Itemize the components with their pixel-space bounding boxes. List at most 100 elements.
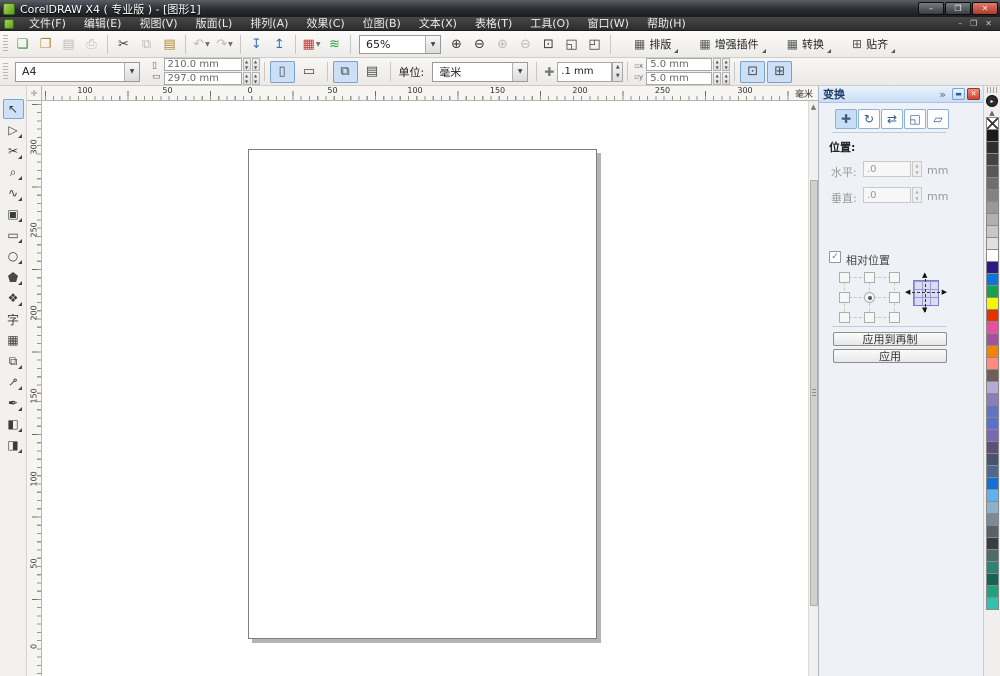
layout-button[interactable]: ▦排版 [625,33,680,55]
anchor-bottom-center[interactable] [864,312,875,323]
palette-flyout-button[interactable]: ▸ [986,95,998,107]
nudge-offset-field[interactable]: .1 mm [557,62,612,82]
import-button[interactable]: ↧ [246,34,267,55]
menu-item-help[interactable]: 帮助(H) [638,17,695,31]
menu-item-effects[interactable]: 效果(C) [297,17,353,31]
cut-button[interactable]: ✂ [113,34,134,55]
current-page-button[interactable]: ▤ [360,61,385,83]
table-tool[interactable]: ▦ [3,330,24,350]
zoom-page-button[interactable]: ⊡ [538,34,559,55]
menu-item-text[interactable]: 文本(X) [410,17,466,31]
anchor-middle-right[interactable] [889,292,900,303]
duplicate-y-spinner-2[interactable]: ▲▼ [722,72,730,85]
relative-position-checkbox[interactable]: ✓ [829,251,841,263]
snap-to-objects-button[interactable]: ⊡ [740,61,765,83]
zoom-selected-button[interactable]: ⊕ [492,34,513,55]
scroll-up-icon[interactable]: ▲ [809,101,818,113]
zoom-tool[interactable]: ⌕ [3,162,24,182]
restore-button[interactable]: ❐ [945,2,971,15]
chevron-down-icon[interactable]: ▼ [512,63,527,81]
zoom-in-button[interactable]: ⊕ [446,34,467,55]
outline-pen-tool[interactable]: ✒ [3,393,24,413]
menu-item-layout[interactable]: 版面(L) [187,17,242,31]
size-button[interactable]: ◱ [904,109,926,129]
docker-close-button[interactable]: ✕ [967,88,980,100]
position-button[interactable]: ✚ [835,109,857,129]
zoom-page-height-button[interactable]: ◰ [584,34,605,55]
plugins-button[interactable]: ▦增强插件 [690,33,767,55]
toolbar-grip[interactable] [3,35,8,53]
vertical-value-field[interactable]: .0 [863,187,911,203]
fill-tool[interactable]: ◧ [3,414,24,434]
apply-to-duplicate-button[interactable]: 应用到再制 [833,332,947,346]
paper-width-spinner-2[interactable]: ▲▼ [252,58,260,71]
vertical-ruler[interactable]: 300250200150100500 [27,101,42,676]
undo-button[interactable]: ↶▼ [191,34,212,55]
menu-item-edit[interactable]: 编辑(E) [75,17,131,31]
doc-close-button[interactable]: ✕ [985,19,992,28]
menu-item-arrange[interactable]: 排列(A) [241,17,297,31]
interactive-fill-tool[interactable]: ◨ [3,435,24,455]
doc-minimize-button[interactable]: – [958,19,962,28]
anchor-middle-left[interactable] [839,292,850,303]
menu-item-table[interactable]: 表格(T) [466,17,521,31]
basic-shapes-tool[interactable]: ❖ [3,288,24,308]
minimize-button[interactable]: – [918,2,944,15]
duplicate-x-spinner-2[interactable]: ▲▼ [722,58,730,71]
chevron-down-icon[interactable]: ▼ [316,41,321,48]
crop-tool[interactable]: ✂ [3,141,24,161]
skew-button[interactable]: ▱ [927,109,949,129]
apply-button[interactable]: 应用 [833,349,947,363]
shape-tool[interactable]: ▷ [3,120,24,140]
chevron-down-icon[interactable]: ▼ [425,36,440,53]
freehand-tool[interactable]: ∿ [3,183,24,203]
text-tool[interactable]: 字 [3,309,24,329]
menu-item-bitmaps[interactable]: 位图(B) [354,17,410,31]
horizontal-value-field[interactable]: .0 [863,161,911,177]
eyedropper-tool[interactable]: ⊸ [3,372,24,392]
anchor-bottom-left[interactable] [839,312,850,323]
redo-button[interactable]: ↷▼ [214,34,235,55]
anchor-center[interactable] [864,292,875,303]
doc-restore-button[interactable]: ❐ [970,19,977,28]
duplicate-y-field[interactable]: 5.0 mm [646,72,712,85]
paper-preset-combo[interactable]: A4 ▼ [15,62,140,82]
polygon-tool[interactable] [3,267,24,287]
options-button[interactable]: ≋ [324,34,345,55]
color-swatch[interactable] [986,597,999,610]
pick-tool[interactable]: ↖ [3,99,24,119]
units-combo[interactable]: 毫米 ▼ [432,62,528,82]
blend-tool[interactable]: ⧉ [3,351,24,371]
ellipse-tool[interactable]: ○ [3,246,24,266]
duplicate-y-spinner[interactable]: ▲▼ [713,72,721,85]
zoom-level-combo[interactable]: 65% ▼ [359,35,441,54]
rotate-button[interactable]: ↻ [858,109,880,129]
close-button[interactable]: ✕ [972,2,998,15]
smart-fill-tool[interactable]: ▣ [3,204,24,224]
horizontal-spinner[interactable]: ▲▼ [912,161,922,177]
anchor-bottom-right[interactable] [889,312,900,323]
zoom-out-button[interactable]: ⊖ [469,34,490,55]
nudge-offset-spinner[interactable]: ▲▼ [612,62,623,82]
menu-item-tools[interactable]: 工具(O) [521,17,578,31]
chevron-down-icon[interactable]: ▼ [228,41,233,48]
zoom-all-objects-button[interactable]: ⊖ [515,34,536,55]
docker-flyout-chevron[interactable]: » [939,88,946,101]
treat-objects-as-filled-button[interactable]: ⊞ [767,61,792,83]
horizontal-ruler[interactable]: 10050050100150200250300 [42,86,790,101]
palette-drag-handle[interactable] [987,87,997,93]
paper-height-field[interactable]: 297.0 mm [164,72,242,85]
scrollbar-thumb[interactable] [810,180,818,606]
menu-item-file[interactable]: 文件(F) [20,17,75,31]
print-button[interactable]: ⎙ [81,34,102,55]
convert-button[interactable]: ▦转换 [778,33,833,55]
propbar-grip[interactable] [3,63,8,81]
app-launcher-button[interactable]: ▦▼ [301,34,322,55]
paper-height-spinner-2[interactable]: ▲▼ [252,72,260,85]
paper-width-spinner[interactable]: ▲▼ [243,58,251,71]
scale-mirror-button[interactable]: ⇄ [881,109,903,129]
docker-minimize-button[interactable]: ▬ [952,88,965,100]
menu-item-window[interactable]: 窗口(W) [579,17,638,31]
portrait-button[interactable]: ▯ [270,61,295,83]
anchor-top-right[interactable] [889,272,900,283]
